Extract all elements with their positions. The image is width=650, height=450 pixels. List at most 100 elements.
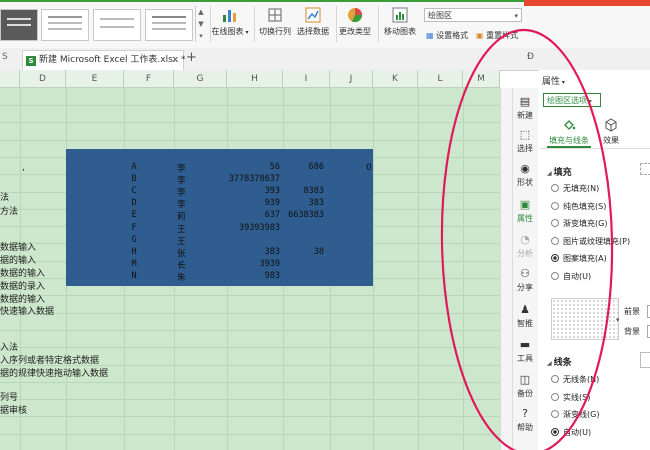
column-header-j[interactable]: J [330, 70, 373, 88]
grid-hline [0, 295, 500, 296]
side-tool-label: 分享 [517, 283, 533, 292]
online-chart-button[interactable]: 在线图表 ▾ [208, 4, 252, 44]
side-tool-help[interactable]: ? 帮助 [512, 408, 538, 433]
set-format-button[interactable]: ▦ 设置格式 [426, 30, 468, 41]
chart-style-thumb-1[interactable] [0, 9, 38, 41]
previous-tab-fragment[interactable]: S [2, 52, 8, 62]
grid-hline [0, 122, 500, 123]
fill-preview-box [640, 163, 650, 175]
table-cell-value-2: 686 [308, 162, 324, 172]
fill-option-label: 自动(U) [563, 272, 592, 281]
column-header-k[interactable]: K [373, 70, 418, 88]
cell-text: 法 [0, 193, 10, 203]
reset-style-button[interactable]: ▣ 重置样式 [476, 30, 518, 41]
chevron-down-icon[interactable]: ▾ [616, 316, 620, 324]
chevron-down-icon[interactable]: ▼ [196, 18, 206, 30]
table-cell-value-2: 6638383 [288, 210, 324, 221]
side-tool-label: 分析 [517, 249, 533, 258]
line-preview-box [640, 352, 650, 368]
more-icon[interactable]: ▾ [196, 30, 206, 42]
chevron-up-icon[interactable]: ▲ [196, 6, 206, 18]
radio-icon[interactable] [551, 410, 559, 418]
radio-icon[interactable] [551, 184, 559, 192]
pattern-preview[interactable] [551, 298, 619, 340]
table-cell-letter: C [131, 186, 137, 197]
side-tool-smart-push[interactable]: ♟ 智推 [512, 304, 538, 329]
line-section-header[interactable]: ◢ 线条 [547, 355, 572, 368]
side-tool-label: 选择 [517, 144, 533, 153]
radio-icon[interactable] [551, 392, 559, 401]
document-tab[interactable]: S 新建 Microsoft Excel 工作表.xlsx * × [22, 50, 185, 70]
line-option[interactable]: 无线条(N) [551, 374, 599, 385]
column-header-e[interactable]: E [66, 70, 124, 88]
move-chart-button[interactable]: 移动图表 [382, 4, 418, 44]
table-cell-value: 939 [264, 198, 280, 209]
new-tab-button[interactable]: + [186, 50, 197, 65]
column-header-g[interactable]: G [174, 70, 227, 88]
side-tool-new[interactable]: ▤ 新建 [512, 96, 538, 121]
column-header-m[interactable]: M [463, 70, 500, 88]
chart-style-thumb-3[interactable] [93, 9, 141, 41]
fill-option[interactable]: 纯色填充(S) [551, 201, 606, 212]
side-tool-label: 属性 [517, 214, 533, 223]
fill-option[interactable]: 图案填充(A) [551, 253, 607, 264]
column-header-f[interactable]: F [124, 70, 174, 88]
radio-icon[interactable] [551, 254, 559, 263]
chart-element-select[interactable]: 绘图区 ▾ [424, 8, 522, 22]
fill-section-header[interactable]: ◢ 填充 [547, 165, 572, 178]
grid-hline [0, 399, 500, 400]
panel-title[interactable]: 属性 ▾ [542, 74, 565, 87]
new-icon: ▤ [519, 95, 531, 108]
column-header-d[interactable]: D [20, 70, 66, 88]
change-type-button[interactable]: 更改类型 [338, 4, 372, 44]
switch-row-col-button[interactable]: 切换行列 [258, 4, 292, 44]
select-data-button[interactable]: 选择数据 [296, 4, 330, 44]
column-header-i[interactable]: I [283, 70, 330, 88]
fill-option[interactable]: 无填充(N) [551, 183, 599, 194]
fill-option-label: 渐变填充(G) [563, 219, 608, 229]
close-icon[interactable]: × [171, 51, 179, 70]
side-tool-analysis[interactable]: ◔ 分析 [512, 234, 538, 259]
table-cell-value: 39393983 [239, 222, 280, 233]
radio-icon[interactable] [551, 219, 559, 228]
line-option[interactable]: 渐变线(G) [551, 409, 599, 420]
fill-option[interactable]: 渐变填充(G) [551, 218, 607, 229]
collapse-triangle-icon: ◢ [547, 170, 552, 177]
table-cell-letter: D [131, 198, 137, 209]
shapes-icon: ◉ [520, 162, 530, 175]
grid-hline [0, 140, 500, 141]
foreground-label: 前景 [624, 307, 640, 316]
line-option[interactable]: 实线(S) [551, 392, 590, 403]
line-option[interactable]: 自动(U) [551, 427, 591, 438]
tab-fill-and-line[interactable]: 填充与线条 [546, 118, 592, 146]
radio-icon[interactable] [551, 427, 559, 436]
ribbon-red-strip [524, 0, 650, 6]
cell-text: 入序列或者特定格式数据 [0, 356, 100, 366]
radio-icon[interactable] [551, 375, 559, 383]
table-cell-value: 983 [264, 270, 280, 281]
move-chart-icon [392, 7, 408, 23]
fill-option[interactable]: 图片或纹理填充(P) [551, 236, 630, 247]
tab-menu-icon[interactable]: Ð [527, 52, 534, 62]
column-header-h[interactable]: H [227, 70, 283, 88]
side-tool-properties[interactable]: ▣ 属性 [512, 199, 538, 224]
radio-icon[interactable] [551, 272, 559, 280]
table-cell-value-2: 38 [313, 246, 324, 257]
tab-effects[interactable]: 效果 [597, 118, 625, 146]
chart-style-thumb-4[interactable] [145, 9, 193, 41]
table-cell-value: 393 [264, 186, 280, 197]
side-tool-shapes[interactable]: ◉ 形状 [512, 163, 538, 188]
table-cell-letter: M [131, 258, 137, 269]
chart-style-thumb-2[interactable] [41, 9, 89, 41]
radio-icon[interactable] [551, 236, 559, 245]
radio-icon[interactable] [551, 201, 559, 210]
style-gallery-scroller[interactable]: ▲ ▼ ▾ [195, 6, 206, 42]
side-tool-share[interactable]: ⚇ 分享 [512, 268, 538, 293]
column-header-l[interactable]: L [418, 70, 463, 88]
side-tool-select[interactable]: ⬚ 选择 [512, 129, 538, 154]
fill-option[interactable]: 自动(U) [551, 271, 591, 282]
side-tool-backup[interactable]: ◫ 备份 [512, 374, 538, 399]
side-tool-label: 帮助 [517, 423, 533, 432]
plot-area-options-dropdown[interactable]: 绘图区选项 ▾ [543, 93, 601, 107]
side-tool-tools[interactable]: ▬ 工具 [512, 339, 538, 364]
